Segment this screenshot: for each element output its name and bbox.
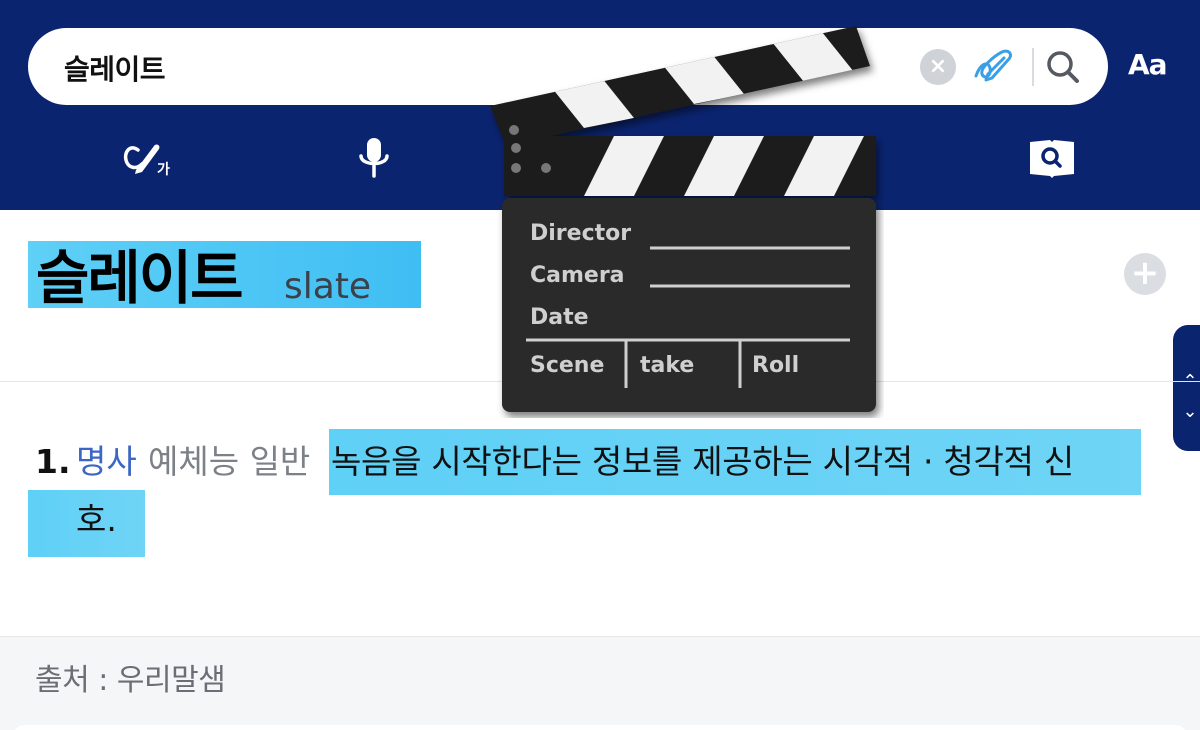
svg-text:가: 가 — [157, 162, 170, 178]
clapperboard-icon: Director Camera Date Scene take Roll — [490, 26, 876, 412]
clear-search-button[interactable]: × — [920, 49, 956, 85]
search-button[interactable] — [1042, 46, 1084, 88]
close-icon: × — [928, 54, 948, 79]
handwriting-korean-icon: 가 — [123, 144, 170, 178]
chevron-down-icon[interactable]: ⌄ — [1177, 399, 1200, 425]
source-label: 출처 : 우리말샘 — [35, 663, 226, 698]
font-size-button[interactable]: Aa — [1128, 48, 1168, 81]
dictionary-search-button[interactable] — [1028, 136, 1076, 180]
entry-title-highlight: 슬레이트 slate — [28, 241, 421, 312]
scroll-navigator[interactable]: ⌃ ⌄ — [1170, 322, 1200, 454]
handwriting-icon — [974, 49, 1012, 82]
part-of-speech: 명사 — [76, 442, 137, 481]
microphone-icon — [359, 138, 389, 178]
next-card — [14, 725, 1186, 730]
plus-icon: + — [1130, 253, 1160, 293]
search-divider — [1032, 48, 1034, 86]
add-to-wordbook-button[interactable]: + — [1124, 253, 1166, 295]
clapperboard-sticker: Director Camera Date Scene take Roll — [484, 18, 884, 418]
definition-text: 녹음을 시작한다는 정보를 제공하는 시각적 · 청각적 신 — [331, 442, 1074, 481]
source-section: 출처 : 우리말샘 — [0, 636, 1200, 730]
sense-number: 1. — [35, 442, 71, 481]
chevron-up-icon[interactable]: ⌃ — [1177, 369, 1200, 395]
search-icon — [1047, 51, 1079, 83]
book-search-icon — [1030, 140, 1074, 178]
clapper-label-take: take — [640, 353, 694, 378]
handwriting-search-button[interactable] — [972, 46, 1018, 86]
clapper-label-roll: Roll — [752, 353, 799, 378]
handwriting-input-button[interactable]: 가 — [120, 136, 178, 180]
clapper-label-date: Date — [530, 305, 589, 330]
search-input[interactable]: 슬레이트 — [64, 48, 166, 88]
entry-original-word: slate — [284, 266, 372, 307]
field-label: 예체능 일반 — [148, 442, 311, 481]
clapper-label-camera: Camera — [530, 263, 625, 288]
clapper-label-director: Director — [530, 221, 631, 246]
clapper-label-scene: Scene — [530, 353, 604, 378]
voice-search-button[interactable] — [356, 136, 392, 180]
definition-text-continued: 호. — [76, 500, 117, 539]
entry-word: 슬레이트 — [36, 244, 243, 312]
